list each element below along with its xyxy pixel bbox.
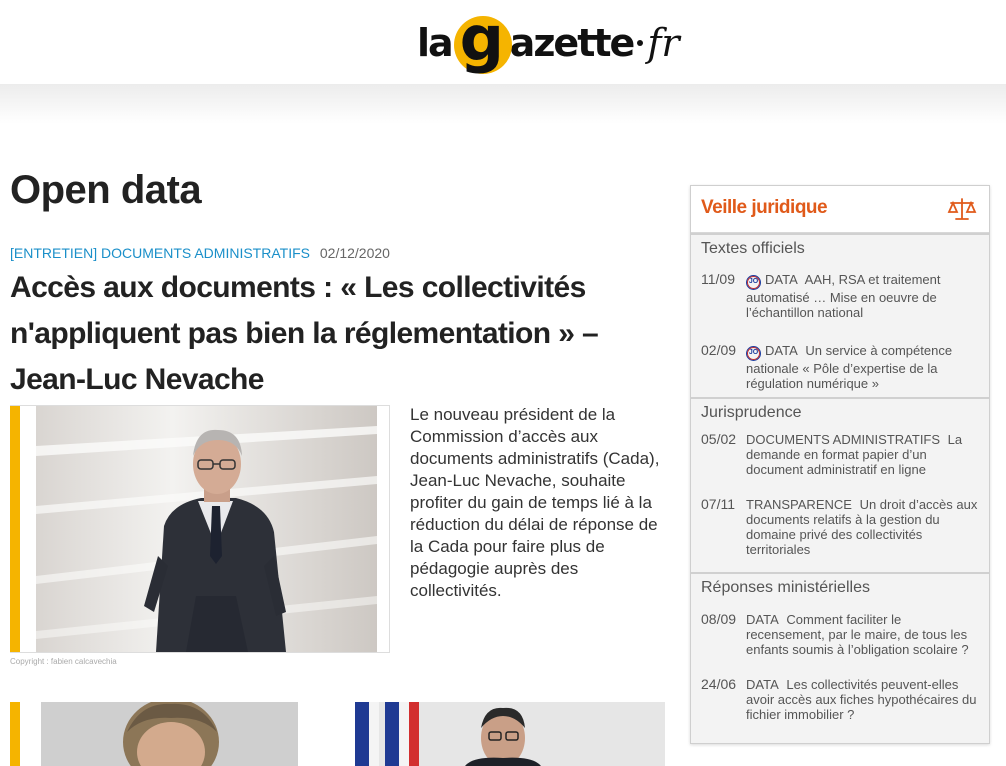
site-header: la g azette fr xyxy=(0,0,1006,84)
item-text-wrap: DATA Comment faciliter le recensement, p… xyxy=(746,612,979,657)
related-article-thumbnail[interactable] xyxy=(41,702,298,766)
sidebar-section-textes-officiels: Textes officiels 11/09 JO DATA AAH, RSA e… xyxy=(691,233,989,397)
portrait-image xyxy=(36,406,377,652)
page-title: Open data xyxy=(10,168,202,212)
article-date: 02/12/2020 xyxy=(319,245,390,261)
list-item[interactable]: 02/09 JO DATA Un service à compétence nat… xyxy=(691,342,989,392)
article-category-link[interactable]: [ENTRETIEN] DOCUMENTS ADMINISTRATIFS xyxy=(10,245,310,261)
scale-of-justice-icon xyxy=(947,198,977,220)
item-date: 08/09 xyxy=(701,611,737,627)
photo-copyright: Copyright : fabien calcavechia xyxy=(10,657,117,666)
thumb-accent-bar xyxy=(10,702,20,766)
thumbnail-illustration xyxy=(41,702,298,766)
thumbnail-illustration xyxy=(355,702,665,766)
item-tag: DOCUMENTS ADMINISTRATIFS xyxy=(746,432,941,447)
section-title[interactable]: Réponses ministérielles xyxy=(691,574,989,602)
item-tag: TRANSPARENCE xyxy=(746,497,852,512)
list-item[interactable]: 08/09 DATA Comment faciliter le recensem… xyxy=(691,611,989,658)
logo-g-mark: g xyxy=(448,6,514,76)
item-tag: DATA xyxy=(746,612,779,627)
item-text-wrap: DATA Les collectivités peuvent-elles avo… xyxy=(746,677,979,722)
item-tag: DATA xyxy=(746,677,779,692)
item-text: Les collectivités peuvent-elles avoir ac… xyxy=(746,677,977,722)
veille-juridique-widget: Veille juridique Textes officiels 11/09 … xyxy=(690,185,990,744)
item-date: 07/11 xyxy=(701,496,735,512)
list-item[interactable]: 05/02 DOCUMENTS ADMINISTRATIFS La demand… xyxy=(691,431,989,478)
item-date: 11/09 xyxy=(701,271,735,287)
article-photo[interactable] xyxy=(10,405,390,653)
item-text-wrap: DOCUMENTS ADMINISTRATIFS La demande en f… xyxy=(746,432,979,477)
list-item[interactable]: 24/06 DATA Les collectivités peuvent-ell… xyxy=(691,676,989,723)
item-tag: DATA xyxy=(765,343,798,358)
widget-title[interactable]: Veille juridique xyxy=(701,197,828,219)
section-title[interactable]: Textes officiels xyxy=(691,235,989,263)
logo-g-letter: g xyxy=(459,2,504,75)
item-text-wrap: JO DATA AAH, RSA et traitement automatisé… xyxy=(746,272,979,320)
item-text-wrap: JO DATA Un service à compétence nationale… xyxy=(746,343,979,391)
item-date: 02/09 xyxy=(701,342,737,358)
site-logo[interactable]: la g azette fr xyxy=(417,6,680,78)
logo-text-azette: azette xyxy=(509,21,636,65)
item-tag: DATA xyxy=(765,272,798,287)
logo-text-fr: fr xyxy=(647,21,680,65)
section-title[interactable]: Jurisprudence xyxy=(691,399,989,427)
item-text: Comment faciliter le recensement, par le… xyxy=(746,612,969,657)
list-item[interactable]: 11/09 JO DATA AAH, RSA et traitement auto… xyxy=(691,271,989,321)
list-item[interactable]: 07/11 TRANSPARENCE Un droit d’accès aux … xyxy=(691,496,989,558)
item-date: 24/06 xyxy=(701,676,737,692)
related-article-thumbnail[interactable] xyxy=(355,702,665,766)
article-kicker: [ENTRETIEN] DOCUMENTS ADMINISTRATIFS 02/… xyxy=(10,245,390,261)
item-text-wrap: TRANSPARENCE Un droit d’accès aux docume… xyxy=(746,497,979,557)
logo-dot xyxy=(637,40,644,46)
header-shadow xyxy=(0,84,1006,124)
article-title-link[interactable]: Accès aux documents : « Les collectivité… xyxy=(10,265,650,403)
item-date: 05/02 xyxy=(701,431,737,447)
sidebar-section-reponses-ministerielles: Réponses ministérielles 08/09 DATA Comme… xyxy=(691,572,989,722)
article-lead[interactable]: Le nouveau président de la Commission d’… xyxy=(410,404,666,602)
logo-text-la: la xyxy=(417,21,454,65)
journal-officiel-icon: JO xyxy=(746,275,761,290)
sidebar-section-jurisprudence: Jurisprudence 05/02 DOCUMENTS ADMINISTRA… xyxy=(691,397,989,572)
photo-accent-bar xyxy=(10,406,20,652)
portrait-illustration xyxy=(36,406,377,652)
widget-header: Veille juridique xyxy=(691,186,989,233)
journal-officiel-icon: JO xyxy=(746,346,761,361)
